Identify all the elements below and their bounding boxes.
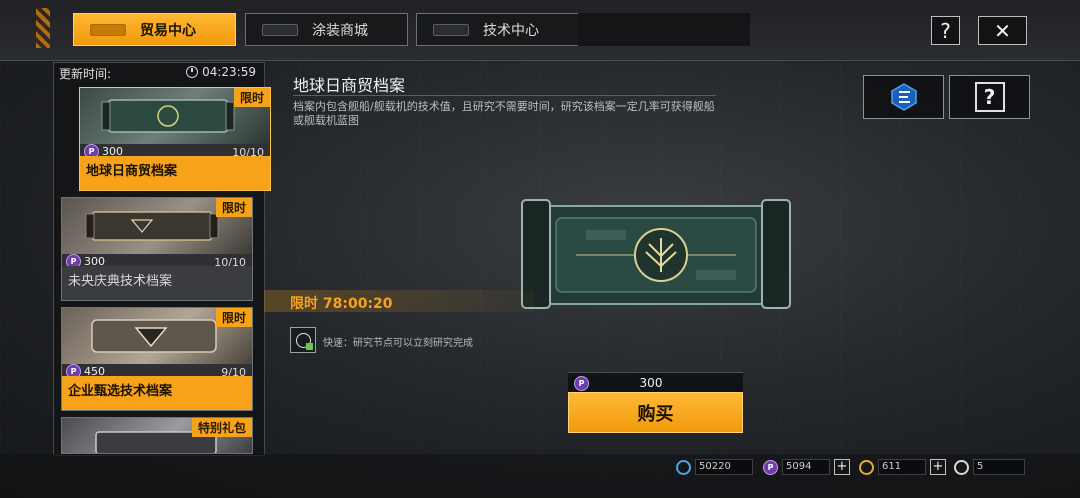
item-name: 未央庆典技术档案 (62, 266, 252, 300)
currency-value: 611 (878, 459, 926, 475)
currency-purple: P 5094 + (763, 458, 850, 476)
item-name: 企业甄选技术档案 (62, 376, 252, 410)
list-item-earth-day-archive[interactable]: 限时 P 300 10/10 地球日商贸档案 (79, 87, 271, 191)
quick-research-text: 快速：研究节点可以立刻研究完成 (323, 338, 473, 349)
limited-tag: 限时 (233, 88, 270, 107)
gold-coin-icon (859, 459, 874, 475)
tab-tech-center[interactable]: 技术中心 (416, 13, 579, 46)
special-pack-tag: 特别礼包 (191, 418, 252, 437)
tab-label: 技术中心 (483, 22, 539, 39)
add-gold-button[interactable]: + (930, 459, 946, 475)
purple-p-icon: P (574, 375, 589, 391)
tab-label: 贸易中心 (140, 22, 196, 39)
clock-icon (186, 66, 199, 78)
help-button[interactable]: ? (931, 16, 960, 45)
limited-tag: 限时 (215, 198, 252, 217)
refresh-timer: 04:23:59 (186, 65, 256, 79)
cost-value: 300 (639, 376, 663, 390)
refresh-label: 更新时间: (59, 67, 112, 81)
archive-description: 档案内包含舰船/舰载机的技术值，且研究不需要时间，研究该档案一定几率可获得舰船或… (293, 100, 715, 127)
accent-stripe (36, 8, 50, 48)
tab-icon (262, 23, 298, 36)
buy-button[interactable]: 购买 (568, 392, 743, 433)
currency-blue: 50220 (676, 458, 753, 476)
top-bar: 贸易中心 涂装商城 技术中心 ? ✕ (0, 0, 1080, 61)
item-name: 地球日商贸档案 (80, 156, 270, 190)
archive-help-button[interactable]: ? (949, 75, 1030, 119)
title-divider (293, 95, 716, 96)
currency-value: 50220 (695, 459, 753, 475)
list-item-special-pack[interactable]: 特别礼包 (61, 417, 253, 454)
limited-tag: 限时 (215, 308, 252, 327)
close-icon: ✕ (994, 18, 1011, 43)
archive-container-image (521, 199, 791, 309)
tab-skin-shop[interactable]: 涂装商城 (245, 13, 408, 46)
countdown-text: 04:23:59 (202, 65, 256, 79)
list-item-weiyang-archive[interactable]: 限时 P 300 10/10 未央庆典技术档案 (61, 197, 253, 301)
tab-icon (433, 23, 469, 36)
tab-label: 涂装商城 (312, 22, 368, 39)
boost-mark-icon (306, 343, 313, 350)
currency-value: 5094 (782, 459, 830, 475)
cost-bar: P 300 (568, 372, 743, 393)
close-button[interactable]: ✕ (978, 16, 1027, 45)
tab-trade-center[interactable]: 贸易中心 (73, 13, 236, 46)
question-icon: ? (974, 82, 1005, 112)
archive-info-button[interactable] (863, 75, 944, 119)
list-item-enterprise-archive[interactable]: 限时 P 450 9/10 企业甄选技术档案 (61, 307, 253, 411)
currency-value: 5 (973, 459, 1025, 475)
blue-ring-icon (676, 459, 691, 475)
help-icon: ? (940, 18, 951, 43)
archive-title: 地球日商贸档案 (293, 76, 406, 95)
buy-label: 购买 (637, 403, 674, 425)
limited-time-text: 限时 78:00:20 (290, 296, 393, 312)
purple-p-icon: P (763, 459, 778, 475)
add-purple-button[interactable]: + (834, 459, 850, 475)
hex-logo-icon (890, 83, 917, 111)
shop-list-panel: 更新时间: 04:23:59 限时 P 300 10/10 地球日商贸档案 限时… (53, 62, 271, 456)
quick-research-icon (290, 327, 316, 353)
grey-token-icon (954, 459, 969, 475)
tab-strip-filler (578, 13, 750, 46)
currency-gold: 611 + (859, 458, 946, 476)
tab-icon (90, 23, 126, 36)
currency-grey: 5 (954, 458, 1025, 476)
